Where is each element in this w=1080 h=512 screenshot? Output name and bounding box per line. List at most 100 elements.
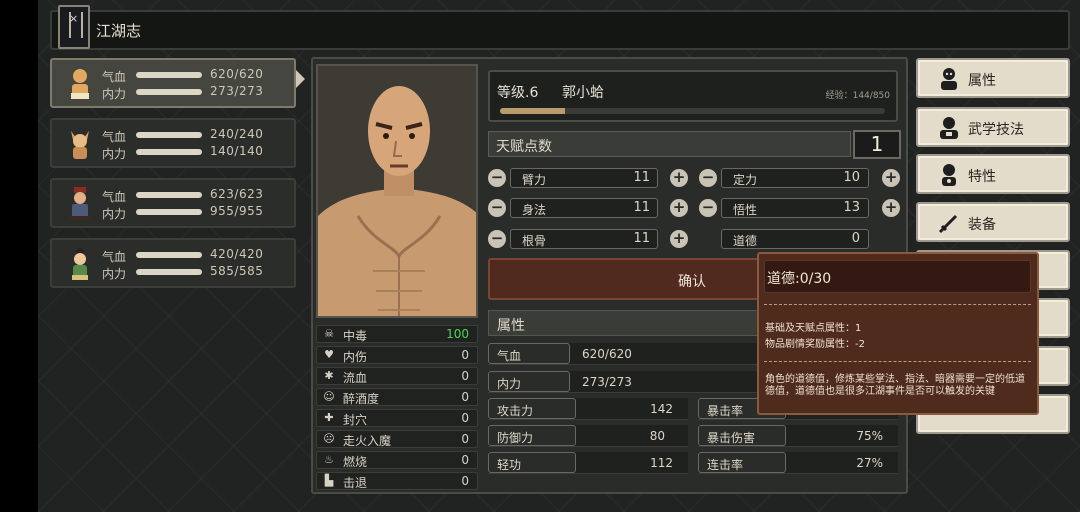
tooltip-title: 道德:0/30 <box>767 271 832 287</box>
sword-icon <box>938 214 958 234</box>
stat-name: 防御力 <box>497 431 534 445</box>
stat-name: 内力 <box>497 377 522 391</box>
exp-bar <box>500 108 885 114</box>
mp-bar <box>136 269 202 275</box>
minus-comprehension-button[interactable]: − <box>699 199 717 217</box>
tooltip-description: 角色的道德值，修炼某些掌法、指法、暗器需要一定的低道德值，道德值也是很多江湖事件… <box>765 374 1025 397</box>
mp-bar <box>136 209 202 215</box>
plus-constitution-button[interactable]: + <box>670 230 688 248</box>
broken-heart-icon: ♥ <box>324 348 334 361</box>
hp-value: 620/620 <box>210 67 264 81</box>
talent-points: 1 <box>853 130 901 159</box>
mp-label: 内力 <box>102 147 127 161</box>
party-member-1[interactable]: 气血 内力 620/620 273/273 <box>50 58 296 108</box>
stat-name: 暴击伤害 <box>707 431 756 445</box>
status-value: 0 <box>461 411 469 425</box>
menu-traits-button[interactable]: 特性 <box>916 154 1070 194</box>
mp-value: 585/585 <box>210 264 264 278</box>
plus-agility-button[interactable]: + <box>670 199 688 217</box>
attr-name: 道德 <box>733 234 758 248</box>
stat-value: 75% <box>856 429 883 443</box>
mp-label: 内力 <box>102 207 127 221</box>
status-value: 100 <box>446 327 469 341</box>
attr-value: 11 <box>633 231 650 246</box>
status-knockback: ▙ 击退 0 <box>316 472 478 490</box>
party-member-3[interactable]: 气血 内力 623/623 955/955 <box>50 178 296 228</box>
warrior-avatar-icon <box>70 187 90 220</box>
status-burning: ♨ 燃烧 0 <box>316 451 478 469</box>
selection-pointer-icon <box>296 70 305 88</box>
hp-label: 气血 <box>102 250 127 264</box>
martial-icon <box>940 117 958 139</box>
stat-name: 连击率 <box>707 458 744 472</box>
status-value: 0 <box>461 369 469 383</box>
attr-name: 根骨 <box>522 234 547 248</box>
plus-comprehension-button[interactable]: + <box>882 199 900 217</box>
minus-strength-button[interactable]: − <box>488 169 506 187</box>
seal-icon: ✚ <box>324 411 334 424</box>
status-name: 封穴 <box>343 413 368 427</box>
plus-strength-button[interactable]: + <box>670 169 688 187</box>
party-member-4[interactable]: 气血 内力 420/420 585/585 <box>50 238 296 288</box>
demon-icon: ☹ <box>323 432 335 445</box>
wine-icon: ☺ <box>323 390 335 403</box>
stat-name: 气血 <box>497 349 522 363</box>
plus-willpower-button[interactable]: + <box>882 169 900 187</box>
exp-bar-fill <box>500 108 566 114</box>
party-member-2[interactable]: 气血 内力 240/240 140/140 <box>50 118 296 168</box>
status-name: 醉酒度 <box>343 392 380 406</box>
mp-value: 140/140 <box>210 144 264 158</box>
tooltip-divider <box>764 304 1031 305</box>
mp-bar <box>136 149 202 155</box>
status-name: 燃烧 <box>343 455 368 469</box>
mp-bar <box>136 89 202 95</box>
stat-name: 攻击力 <box>497 404 534 418</box>
exp-text: 经验：144/850 <box>825 91 890 101</box>
attributes-title: 属性 <box>497 318 525 334</box>
hp-value: 420/420 <box>210 247 264 261</box>
hp-bar <box>136 132 202 138</box>
stat-value: 142 <box>650 402 673 416</box>
attr-value: 11 <box>633 170 650 185</box>
minus-willpower-button[interactable]: − <box>699 169 717 187</box>
confirm-label: 确认 <box>678 274 706 290</box>
menu-martial-arts-button[interactable]: 武学技法 <box>916 107 1070 147</box>
title-bar <box>50 10 1070 50</box>
book-icon[interactable] <box>58 5 90 49</box>
status-value: 0 <box>461 453 469 467</box>
menu-label: 特性 <box>968 169 996 185</box>
boot-icon: ▙ <box>324 474 334 487</box>
hp-value: 623/623 <box>210 187 264 201</box>
blood-drop-icon: ✱ <box>324 369 334 382</box>
talent-label: 天赋点数 <box>496 139 552 155</box>
stat-value: 620/620 <box>582 347 632 361</box>
status-poison: ☠ 中毒 100 <box>316 325 478 343</box>
status-value: 0 <box>461 474 469 488</box>
monk-portrait-image <box>318 66 476 316</box>
mp-label: 内力 <box>102 267 127 281</box>
girl-avatar-icon <box>72 248 88 280</box>
menu-equipment-button[interactable]: 装备 <box>916 202 1070 242</box>
minus-agility-button[interactable]: − <box>488 199 506 217</box>
status-name: 走火入魔 <box>343 434 392 448</box>
status-internal-injury: ♥ 内伤 0 <box>316 346 478 364</box>
character-name: 郭小蛤 <box>562 85 604 101</box>
status-value: 0 <box>461 348 469 362</box>
status-sealed: ✚ 封穴 0 <box>316 409 478 427</box>
hp-bar <box>136 192 202 198</box>
hp-label: 气血 <box>102 130 127 144</box>
page-title: 江湖志 <box>96 22 142 40</box>
menu-label: 装备 <box>968 217 996 233</box>
attr-name: 悟性 <box>733 203 758 217</box>
stat-value: 80 <box>649 429 665 443</box>
level-label: 等级.6 <box>497 85 539 101</box>
attr-name: 身法 <box>522 203 547 217</box>
hp-value: 240/240 <box>210 127 264 141</box>
attr-name: 臂力 <box>522 173 547 187</box>
left-black-strip <box>0 0 38 512</box>
character-icon <box>941 68 957 90</box>
status-name: 中毒 <box>343 329 368 343</box>
menu-attributes-button[interactable]: 属性 <box>916 58 1070 98</box>
minus-constitution-button[interactable]: − <box>488 230 506 248</box>
attr-value: 10 <box>843 170 860 185</box>
